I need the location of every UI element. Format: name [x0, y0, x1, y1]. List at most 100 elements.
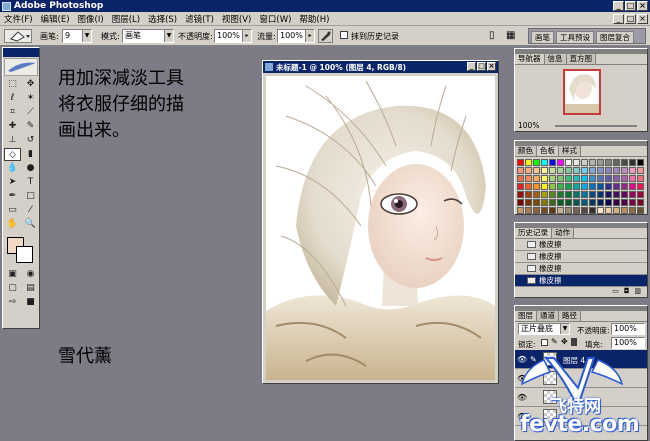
color-swatch[interactable] [565, 199, 572, 206]
doc-minimize-button[interactable]: _ [613, 14, 624, 24]
tab-color[interactable]: 颜色 [515, 146, 537, 156]
color-swatch[interactable] [565, 167, 572, 174]
color-swatch[interactable] [597, 159, 604, 166]
background-color-swatch[interactable] [16, 246, 33, 263]
minimize-button[interactable]: _ [613, 1, 624, 11]
color-swatch[interactable] [517, 199, 524, 206]
color-swatch[interactable] [549, 159, 556, 166]
color-swatch[interactable] [525, 199, 532, 206]
lock-transparency-icon[interactable] [541, 339, 548, 346]
color-swatch[interactable] [549, 207, 556, 214]
color-swatch[interactable] [589, 167, 596, 174]
color-swatch[interactable] [549, 175, 556, 182]
lock-paint-icon[interactable]: ✎ [551, 337, 558, 346]
color-swatch[interactable] [557, 207, 564, 214]
close-button[interactable]: × [637, 1, 648, 11]
color-swatch[interactable] [581, 199, 588, 206]
shape-tool-icon[interactable]: □ [22, 190, 39, 203]
color-swatch[interactable] [621, 207, 628, 214]
eraser-tool-icon[interactable]: ◇ [4, 148, 21, 161]
color-swatch[interactable] [605, 159, 612, 166]
color-swatch[interactable] [533, 207, 540, 214]
opacity-input[interactable]: 100% ▸ [214, 29, 252, 43]
history-item[interactable]: 橡皮擦 [515, 251, 647, 263]
color-swatch[interactable] [605, 199, 612, 206]
menu-view[interactable]: 视图(V) [218, 13, 255, 25]
color-swatch[interactable] [637, 175, 644, 182]
color-swatch[interactable] [533, 175, 540, 182]
color-swatch[interactable] [621, 175, 628, 182]
hand-tool-icon[interactable]: ✋ [4, 218, 21, 231]
menu-window[interactable]: 窗口(W) [255, 13, 295, 25]
color-swatch[interactable] [573, 159, 580, 166]
crop-tool-icon[interactable]: ⌗ [4, 106, 21, 119]
color-swatch[interactable] [581, 207, 588, 214]
color-swatch[interactable] [517, 207, 524, 214]
color-swatch[interactable] [533, 191, 540, 198]
color-swatch[interactable] [565, 183, 572, 190]
color-swatch[interactable] [637, 183, 644, 190]
color-swatch[interactable] [637, 167, 644, 174]
color-swatch[interactable] [573, 175, 580, 182]
document-titlebar[interactable]: 未标题-1 @ 100% (图层 4, RGB/8) _ □ × [263, 61, 498, 73]
color-swatch[interactable] [589, 199, 596, 206]
document-icon[interactable]: ▯ [489, 30, 495, 41]
history-brush-tool-icon[interactable]: ↺ [22, 134, 39, 147]
color-swatch[interactable] [549, 183, 556, 190]
color-swatch[interactable] [541, 159, 548, 166]
color-swatch[interactable] [613, 207, 620, 214]
menu-help[interactable]: 帮助(H) [295, 13, 333, 25]
tab-paths[interactable]: 路径 [559, 311, 581, 321]
color-swatch[interactable] [605, 207, 612, 214]
adobe-feather-logo[interactable] [4, 58, 38, 76]
color-swatch[interactable] [581, 159, 588, 166]
tab-styles[interactable]: 样式 [559, 146, 581, 156]
color-swatch[interactable] [573, 207, 580, 214]
document-maximize-button[interactable]: □ [477, 62, 486, 71]
color-swatch[interactable] [621, 199, 628, 206]
navigator-zoom-value[interactable]: 100% [518, 121, 539, 130]
mode-select[interactable]: 画笔 ▼ [122, 29, 174, 43]
color-swatch[interactable] [557, 183, 564, 190]
blend-mode-select[interactable]: 正片叠底 ▼ [518, 323, 570, 335]
tab-navigator[interactable]: 导航器 [515, 54, 545, 64]
color-swatch[interactable] [549, 199, 556, 206]
color-swatch[interactable] [525, 207, 532, 214]
color-swatch[interactable] [597, 191, 604, 198]
tab-actions[interactable]: 动作 [552, 228, 574, 238]
color-swatch[interactable] [605, 167, 612, 174]
color-swatch[interactable] [557, 175, 564, 182]
trash-icon[interactable]: ▥ [634, 287, 641, 297]
well-tab-tool-presets[interactable]: 工具预设 [556, 31, 594, 43]
color-swatch[interactable] [533, 199, 540, 206]
blur-tool-icon[interactable]: 💧 [4, 162, 21, 175]
color-swatch[interactable] [589, 159, 596, 166]
color-swatch[interactable] [637, 199, 644, 206]
flow-input[interactable]: 100% ▸ [277, 29, 315, 43]
screen-mode-full-icon[interactable]: ▤ [22, 282, 39, 295]
navigator-view-box[interactable] [563, 69, 601, 115]
color-swatch[interactable] [517, 183, 524, 190]
color-swatch[interactable] [565, 191, 572, 198]
color-swatch[interactable] [581, 183, 588, 190]
color-swatch[interactable] [557, 191, 564, 198]
tab-channels[interactable]: 通道 [537, 311, 559, 321]
brush-picker[interactable]: 9 ▼ [62, 29, 92, 43]
color-swatch[interactable] [565, 207, 572, 214]
tab-layers[interactable]: 图层 [515, 311, 537, 321]
pen-tool-icon[interactable]: ✒ [4, 190, 21, 203]
color-swatch[interactable] [517, 175, 524, 182]
color-swatch[interactable] [637, 191, 644, 198]
color-swatch[interactable] [605, 175, 612, 182]
snapshot-icon[interactable]: ◘ [624, 287, 630, 297]
history-item-selected[interactable]: 橡皮擦 [515, 275, 647, 287]
color-swatch[interactable] [517, 191, 524, 198]
color-swatch[interactable] [629, 167, 636, 174]
color-swatch[interactable] [589, 207, 596, 214]
color-swatch[interactable] [525, 159, 532, 166]
dodge-tool-icon[interactable]: ● [22, 162, 39, 175]
tab-swatches[interactable]: 色板 [537, 146, 559, 156]
color-swatch[interactable] [541, 207, 548, 214]
color-swatch[interactable] [541, 183, 548, 190]
history-item[interactable]: 橡皮擦 [515, 263, 647, 275]
